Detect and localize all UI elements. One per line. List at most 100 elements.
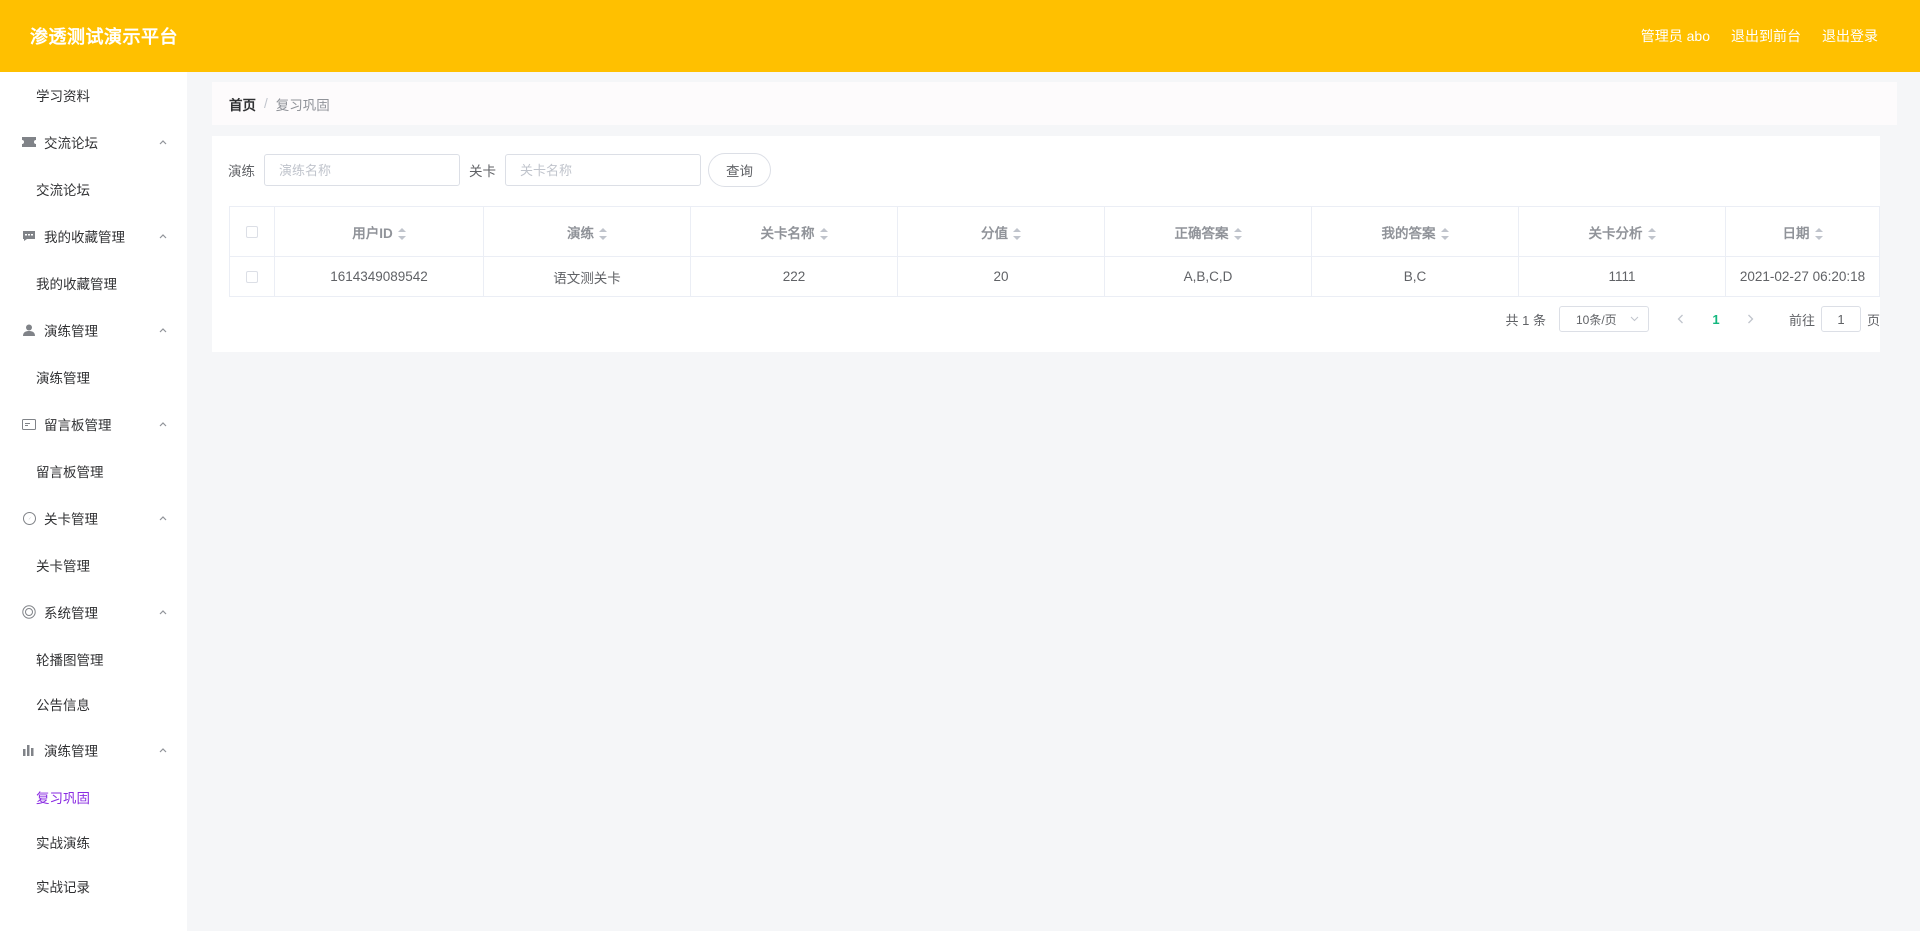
sidebar-item-announcements[interactable]: 公告信息 bbox=[0, 682, 187, 726]
app-title: 渗透测试演示平台 bbox=[30, 27, 178, 47]
sidebar-item-study-materials[interactable]: 学习资料 bbox=[0, 72, 187, 118]
settings-circle-icon bbox=[22, 605, 36, 619]
chevron-down-icon bbox=[1630, 316, 1639, 322]
sort-icon[interactable] bbox=[819, 227, 828, 240]
search-form: 演练 关卡 查询 bbox=[228, 153, 771, 187]
sidebar-group-message-board[interactable]: 留言板管理 bbox=[0, 400, 187, 448]
sort-icon[interactable] bbox=[599, 227, 607, 240]
pagination-total: 共 1 条 bbox=[1505, 312, 1546, 328]
content-panel: 演练 关卡 查询 用户ID 演练 关卡名称 分值 正确答案 我的答案 关卡分析 … bbox=[212, 136, 1880, 352]
column-header[interactable]: 关卡分析 bbox=[1518, 206, 1726, 257]
sidebar-group-forum[interactable]: 交流论坛 bbox=[0, 118, 187, 166]
sidebar-item-message-board[interactable]: 留言板管理 bbox=[0, 448, 187, 494]
sidebar-group-label: 留言板管理 bbox=[44, 418, 112, 433]
goto-label: 前往 bbox=[1788, 312, 1815, 328]
sidebar-group-favorites[interactable]: 我的收藏管理 bbox=[0, 212, 187, 260]
next-page-button[interactable] bbox=[1737, 311, 1765, 327]
sidebar-group-levels[interactable]: 关卡管理 bbox=[0, 494, 187, 542]
sidebar-item-carousel[interactable]: 轮播图管理 bbox=[0, 636, 187, 682]
drill-label: 演练 bbox=[228, 164, 255, 179]
level-label: 关卡 bbox=[469, 164, 496, 179]
sidebar-item-practice-records[interactable]: 实战记录 bbox=[0, 864, 187, 908]
column-header[interactable]: 关卡名称 bbox=[690, 206, 898, 257]
row-select-cell bbox=[229, 256, 275, 297]
sidebar-item-review[interactable]: 复习巩固 bbox=[0, 774, 187, 820]
cell-user-id: 1614349089542 bbox=[274, 256, 484, 297]
sort-icon[interactable] bbox=[397, 227, 406, 240]
chevron-left-icon bbox=[1678, 314, 1684, 324]
cell-correct-answer: A,B,C,D bbox=[1104, 256, 1312, 297]
chevron-up-icon bbox=[159, 610, 167, 615]
table-header-row: 用户ID 演练 关卡名称 分值 正确答案 我的答案 关卡分析 日期 bbox=[229, 206, 1880, 257]
sort-icon[interactable] bbox=[1647, 227, 1656, 240]
back-to-front-link[interactable]: 退出到前台 bbox=[1731, 26, 1801, 46]
drill-name-input[interactable] bbox=[264, 154, 460, 186]
column-header[interactable]: 演练 bbox=[483, 206, 691, 257]
sidebar-item-favorites[interactable]: 我的收藏管理 bbox=[0, 260, 187, 306]
bar-chart-icon bbox=[22, 743, 36, 757]
select-all-cell bbox=[229, 206, 275, 257]
column-header[interactable]: 日期 bbox=[1725, 206, 1880, 257]
sidebar-group-drills[interactable]: 演练管理 bbox=[0, 306, 187, 354]
sidebar-group-system[interactable]: 系统管理 bbox=[0, 588, 187, 636]
sidebar-group-label: 系统管理 bbox=[44, 606, 98, 621]
chevron-up-icon bbox=[159, 328, 167, 333]
sidebar-group-label: 演练管理 bbox=[44, 324, 98, 339]
cell-level-analysis: 1111 bbox=[1518, 256, 1726, 297]
goto-page-input[interactable] bbox=[1820, 306, 1861, 332]
page-suffix: 页 bbox=[1866, 312, 1880, 328]
sidebar-group-label: 我的收藏管理 bbox=[44, 230, 125, 245]
header-actions: 管理员 abo 退出到前台 退出登录 bbox=[1641, 26, 1878, 46]
sidebar-group-label: 演练管理 bbox=[44, 744, 98, 759]
sidebar-group-label: 交流论坛 bbox=[44, 136, 98, 151]
sort-icon[interactable] bbox=[1233, 227, 1242, 240]
cell-score: 20 bbox=[897, 256, 1105, 297]
top-header: 渗透测试演示平台 管理员 abo 退出到前台 退出登录 bbox=[0, 0, 1920, 72]
sidebar-item-levels[interactable]: 关卡管理 bbox=[0, 542, 187, 588]
current-user: 管理员 abo bbox=[1640, 28, 1710, 44]
column-header[interactable]: 用户ID bbox=[274, 206, 484, 257]
page-size-select[interactable]: 10条/页 bbox=[1558, 306, 1649, 332]
compass-icon bbox=[22, 511, 36, 525]
logout-link[interactable]: 退出登录 bbox=[1822, 26, 1878, 46]
ticket-icon bbox=[22, 135, 36, 149]
page-number-current[interactable]: 1 bbox=[1701, 312, 1731, 327]
sidebar: 学习资料 交流论坛 交流论坛 我的收藏管理 我的收藏管理 演练管理 演练管理 留… bbox=[0, 72, 187, 931]
sort-icon[interactable] bbox=[1013, 227, 1021, 240]
chevron-up-icon bbox=[159, 140, 167, 145]
sidebar-group-drills-2[interactable]: 演练管理 bbox=[0, 726, 187, 774]
breadcrumb-current: 复习巩固 bbox=[275, 97, 330, 113]
message-card-icon bbox=[22, 417, 36, 431]
breadcrumb-separator: / bbox=[264, 96, 268, 111]
results-table: 用户ID 演练 关卡名称 分值 正确答案 我的答案 关卡分析 日期 161434… bbox=[229, 206, 1880, 297]
breadcrumb: 首页 / 复习巩固 bbox=[212, 82, 1897, 125]
cell-date: 2021-02-27 06:20:18 bbox=[1725, 256, 1880, 297]
sort-icon[interactable] bbox=[1814, 227, 1823, 240]
sidebar-item-forum[interactable]: 交流论坛 bbox=[0, 166, 187, 212]
table-row: 1614349089542 语文测关卡 222 20 A,B,C,D B,C 1… bbox=[229, 256, 1880, 297]
chevron-up-icon bbox=[159, 748, 167, 753]
chat-icon bbox=[22, 229, 36, 243]
page-size-value: 10条/页 bbox=[1575, 312, 1617, 327]
cell-my-answer: B,C bbox=[1311, 256, 1519, 297]
chevron-up-icon bbox=[159, 422, 167, 427]
level-name-input[interactable] bbox=[505, 154, 701, 186]
user-icon bbox=[22, 323, 36, 337]
select-all-checkbox[interactable] bbox=[246, 226, 258, 239]
query-button[interactable]: 查询 bbox=[708, 153, 771, 187]
prev-page-button[interactable] bbox=[1667, 311, 1695, 327]
column-header[interactable]: 我的答案 bbox=[1311, 206, 1519, 257]
chevron-up-icon bbox=[159, 516, 167, 521]
cell-drill: 语文测关卡 bbox=[483, 256, 691, 297]
sidebar-item-drills[interactable]: 演练管理 bbox=[0, 354, 187, 400]
column-header[interactable]: 分值 bbox=[897, 206, 1105, 257]
row-checkbox[interactable] bbox=[246, 271, 258, 284]
column-header[interactable]: 正确答案 bbox=[1104, 206, 1312, 257]
pagination: 共 1 条 10条/页 1 前往 页 bbox=[1505, 306, 1880, 332]
page-jumper: 前往 页 bbox=[1789, 306, 1880, 332]
sidebar-item-practice[interactable]: 实战演练 bbox=[0, 820, 187, 864]
breadcrumb-home[interactable]: 首页 bbox=[229, 94, 256, 114]
sidebar-group-label: 关卡管理 bbox=[44, 512, 98, 527]
sort-icon[interactable] bbox=[1440, 227, 1449, 240]
chevron-right-icon bbox=[1748, 314, 1754, 324]
